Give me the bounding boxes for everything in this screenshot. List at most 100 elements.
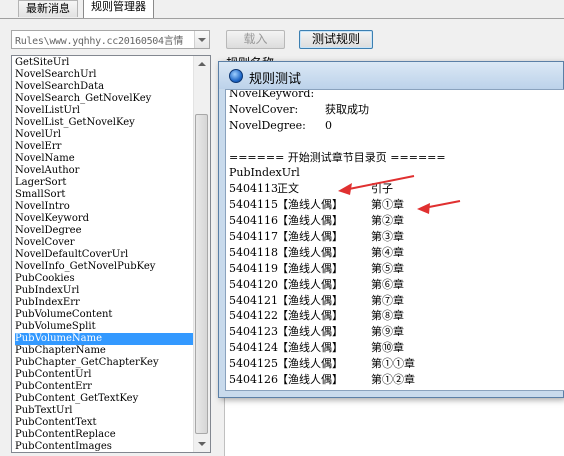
chapter-id: 5404118	[229, 245, 278, 259]
log-line: 5404117【渔线人偶】 第③章	[229, 229, 446, 245]
load-button[interactable]: 载入	[226, 30, 285, 49]
chapter-id: 5404121	[229, 293, 278, 307]
rule-item[interactable]: PubContentText	[15, 417, 193, 429]
volume-name: 【渔线人偶】	[277, 277, 343, 291]
scroll-up-icon[interactable]	[194, 56, 210, 72]
log-line: 5404119【渔线人偶】 第⑤章	[229, 261, 446, 277]
log-line: NovelCover: 获取成功	[229, 102, 446, 118]
chapter-name: 第③章	[371, 230, 404, 244]
scroll-thumb[interactable]	[195, 114, 208, 434]
log-line: NovelKeyword:	[229, 90, 446, 102]
rule-item[interactable]: NovelUrl	[15, 129, 193, 141]
chapter-name: 第⑨章	[371, 325, 404, 339]
rule-item[interactable]: PubContentErr	[15, 381, 193, 393]
chapter-id: 5404124	[229, 341, 278, 355]
rule-item[interactable]: NovelInfo_GetNovelPubKey	[15, 261, 193, 273]
chapter-id: 5404115	[229, 198, 278, 212]
rule-list-items: GetSiteUrl NovelSearchUrl NovelSearchData N…	[12, 56, 210, 452]
rule-list-scrollbar[interactable]	[193, 56, 210, 452]
rule-item[interactable]: PubContentUrl	[15, 369, 193, 381]
rule-item[interactable]: GetSiteUrl	[15, 57, 193, 69]
volume-name: 【渔线人偶】	[277, 214, 343, 228]
volume-name: 【渔线人偶】	[277, 373, 343, 387]
rule-item[interactable]: NovelName	[15, 153, 193, 165]
chapter-name: 第②章	[371, 214, 404, 228]
rule-item[interactable]: NovelList_GetNovelKey	[15, 117, 193, 129]
rule-item[interactable]: SmallSort	[15, 189, 193, 201]
section-header: ====== 开始测试章节目录页 ======	[229, 150, 446, 164]
rule-item[interactable]: NovelSearchUrl	[15, 69, 193, 81]
log-line: 5404118【渔线人偶】 第④章	[229, 245, 446, 261]
rule-list[interactable]: GetSiteUrl NovelSearchUrl NovelSearchData N…	[11, 55, 211, 453]
pub-index-label: PubIndexUrl	[229, 166, 300, 180]
test-rule-button[interactable]: 测试规则	[299, 30, 373, 49]
test-log: NovelKeyword: NovelCover: 获取成功 NovelDegree:…	[229, 90, 446, 388]
rule-item[interactable]: LagerSort	[15, 177, 193, 189]
field-value: 获取成功	[325, 102, 369, 116]
chapter-name: 第⑩章	[371, 341, 404, 355]
field-value: 0	[325, 118, 332, 132]
field-key: NovelDegree:	[229, 118, 306, 132]
volume-name: 【渔线人偶】	[277, 245, 343, 259]
chapter-name: 第⑧章	[371, 309, 404, 323]
chapter-id: 5404119	[229, 261, 278, 275]
chapter-id: 5404120	[229, 277, 278, 291]
log-line: 5404120【渔线人偶】 第⑥章	[229, 277, 446, 293]
volume-name: 【渔线人偶】	[277, 293, 343, 307]
chapter-id: 5404125	[229, 357, 278, 371]
tab-rule-manager[interactable]: 规则管理器	[83, 0, 154, 18]
annotation-arrow-icon	[417, 200, 461, 214]
test-output: NovelKeyword: NovelCover: 获取成功 NovelDegree:…	[225, 89, 564, 391]
rule-item[interactable]: NovelDefaultCoverUrl	[15, 249, 193, 261]
chapter-name: 第①①章	[371, 357, 415, 371]
volume-name: 【渔线人偶】	[277, 230, 343, 244]
volume-name: 【渔线人偶】	[277, 357, 343, 371]
rule-item[interactable]: NovelAuthor	[15, 165, 193, 177]
rule-item[interactable]: NovelKeyword	[15, 213, 193, 225]
chapter-id: 5404122	[229, 309, 278, 323]
log-line: 5404122【渔线人偶】 第⑧章	[229, 308, 446, 324]
rule-item[interactable]: NovelIntro	[15, 201, 193, 213]
rule-file-value: Rules\www.yqhhy.cc20160504言情	[15, 36, 184, 47]
log-line: 5404126【渔线人偶】 第①②章	[229, 372, 446, 388]
rule-item[interactable]: PubIndexErr	[15, 297, 193, 309]
rule-item[interactable]: PubIndexUrl	[15, 285, 193, 297]
rule-item[interactable]: PubTextUrl	[15, 405, 193, 417]
log-line: 5404121【渔线人偶】 第⑦章	[229, 293, 446, 309]
tab-strip: 最新消息 规则管理器	[0, 0, 564, 19]
log-line: 5404125【渔线人偶】 第①①章	[229, 356, 446, 372]
rule-item[interactable]: NovelDegree	[15, 225, 193, 237]
chapter-id: 5404113	[229, 182, 278, 196]
chapter-name: 第①②章	[371, 373, 415, 387]
rule-item[interactable]: NovelListUrl	[15, 105, 193, 117]
rule-item[interactable]: NovelSearchData	[15, 81, 193, 93]
dialog-titlebar[interactable]: 规则测试	[219, 62, 563, 89]
log-line: 5404124【渔线人偶】 第⑩章	[229, 340, 446, 356]
rule-item[interactable]: PubChapterName	[15, 345, 193, 357]
tab-latest-news[interactable]: 最新消息	[18, 0, 78, 17]
log-line: ====== 开始测试章节目录页 ======	[229, 150, 446, 166]
rule-item[interactable]: PubCookies	[15, 273, 193, 285]
rule-item[interactable]: NovelSearch_GetNovelKey	[15, 93, 193, 105]
rule-item[interactable]: PubVolumeSplit	[15, 321, 193, 333]
rule-item[interactable]: NovelErr	[15, 141, 193, 153]
chapter-id: 5404126	[229, 373, 278, 387]
field-key: NovelCover:	[229, 102, 299, 116]
rule-item[interactable]: PubContentReplace	[15, 429, 193, 441]
scroll-down-icon[interactable]	[194, 436, 210, 452]
chapter-name: 第⑦章	[371, 293, 404, 307]
rule-item[interactable]: PubVolumeName	[15, 333, 193, 345]
rule-file-select[interactable]: Rules\www.yqhhy.cc20160504言情	[11, 30, 210, 49]
rule-item[interactable]: PubVolumeContent	[15, 309, 193, 321]
dialog-title: 规则测试	[249, 72, 302, 87]
rule-item[interactable]: PubContentImages	[15, 441, 193, 452]
annotation-arrow-icon	[338, 175, 415, 195]
rule-item[interactable]: PubContent_GetTextKey	[15, 393, 193, 405]
rule-item[interactable]: NovelCover	[15, 237, 193, 249]
rule-item[interactable]: PubChapter_GetChapterKey	[15, 357, 193, 369]
volume-name: 【渔线人偶】	[277, 341, 343, 355]
chapter-id: 5404117	[229, 230, 278, 244]
chevron-down-icon[interactable]	[194, 31, 209, 48]
volume-name: 【渔线人偶】	[277, 309, 343, 323]
log-blank-line	[229, 134, 446, 150]
